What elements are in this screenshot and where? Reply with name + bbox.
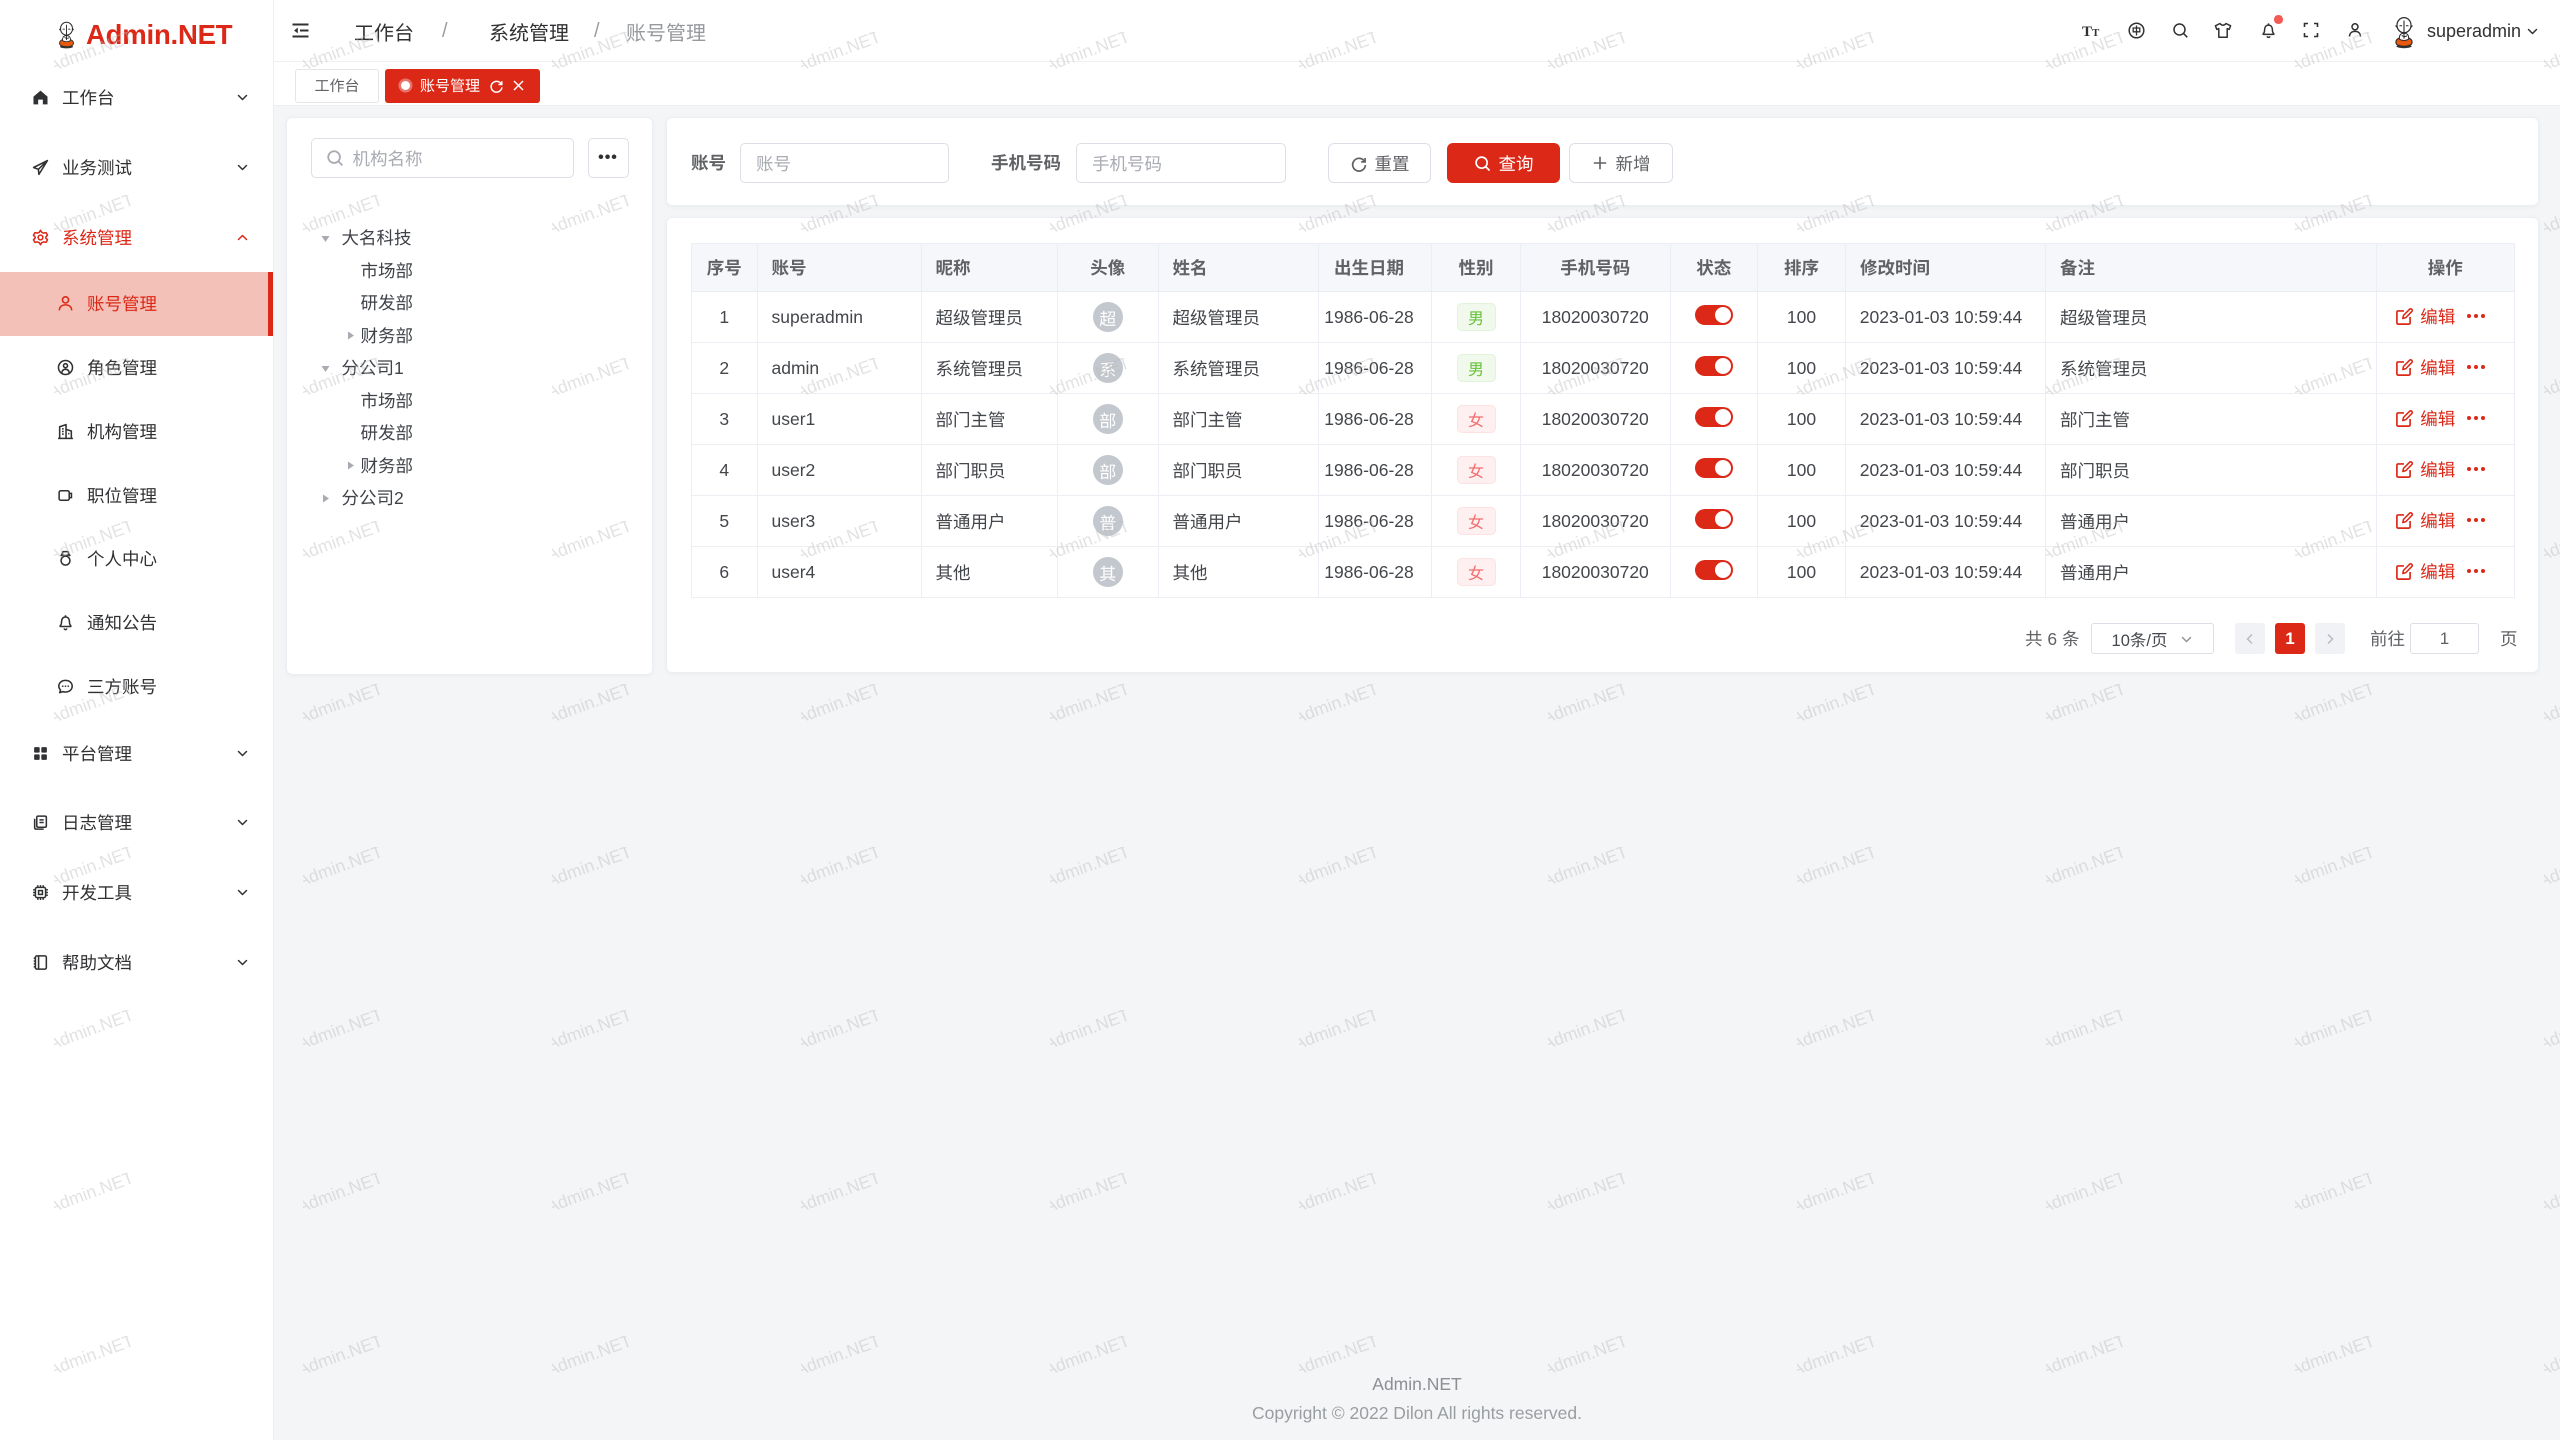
svg-text:T: T xyxy=(2082,24,2092,39)
svg-text:T: T xyxy=(2092,27,2100,39)
